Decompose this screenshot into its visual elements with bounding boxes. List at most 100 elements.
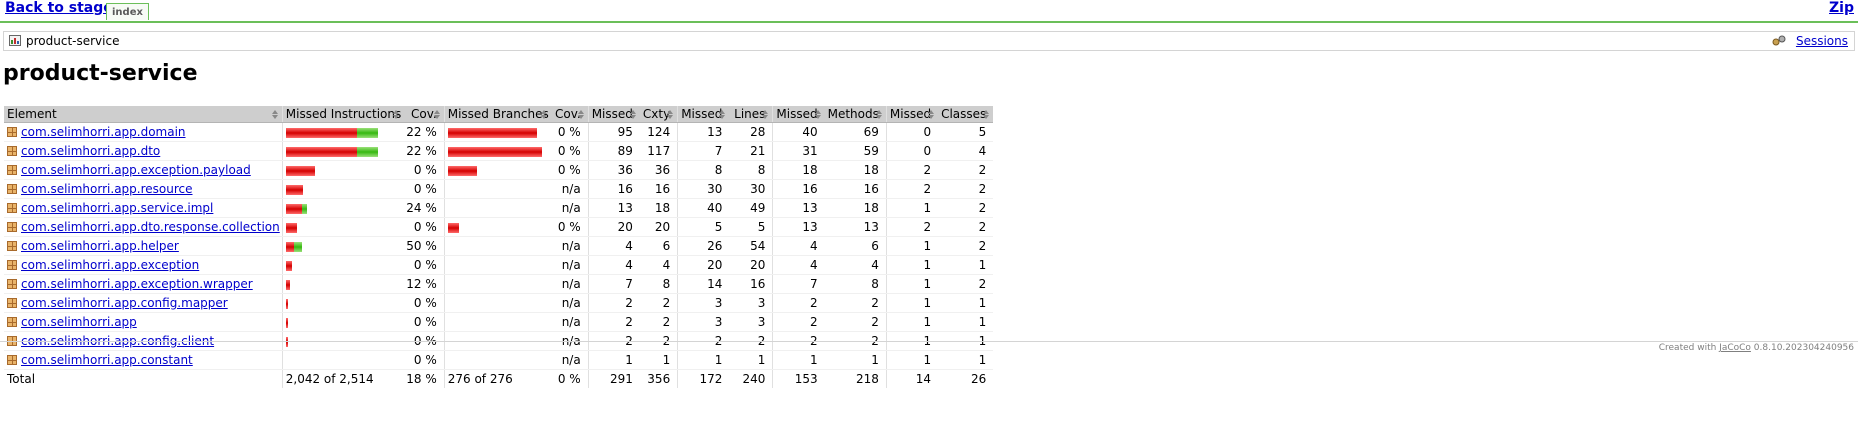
total-branch-cov: 0 % <box>550 369 589 388</box>
lines: 3 <box>729 312 773 332</box>
instructions-coverage-bar-missed <box>285 299 288 309</box>
breadcrumb-label: product-service <box>26 34 120 48</box>
package-link[interactable]: com.selimhorri.app.service.impl <box>21 201 213 215</box>
table-row: com.selimhorri.app.constant 0 % n/a 1 1 1 1 1 1 1… <box>4 350 994 370</box>
package-link[interactable]: com.selimhorri.app.resource <box>21 182 193 196</box>
lines-missed: 3 <box>677 293 730 313</box>
lines-missed: 1 <box>677 350 730 370</box>
classes-missed: 1 <box>885 236 939 256</box>
table-row: com.selimhorri.app.resource 0 % n/a 16 16 30 3… <box>4 179 994 199</box>
jacoco-link[interactable]: JaCoCo <box>1719 343 1751 353</box>
header-instr-cov[interactable]: Cov. <box>403 106 445 123</box>
instructions-coverage-bar <box>285 242 401 252</box>
instructions-coverage-bar-missed <box>285 166 315 176</box>
header-branch-cov[interactable]: Cov. <box>550 106 589 123</box>
package-link[interactable]: com.selimhorri.app.dto.response.collecti… <box>21 220 280 234</box>
branch-cov: n/a <box>550 312 589 332</box>
cxty: 2 <box>639 312 678 332</box>
classes-missed: 1 <box>885 293 939 313</box>
methods: 6 <box>824 236 887 256</box>
package-link[interactable]: com.selimhorri.app.constant <box>21 353 193 367</box>
package-link[interactable]: com.selimhorri.app.exception.wrapper <box>21 277 253 291</box>
package-cell: com.selimhorri.app.exception <box>4 255 283 275</box>
instr-cov: 0 % <box>403 217 445 237</box>
nav-divider <box>0 21 1858 23</box>
package-icon <box>7 165 17 175</box>
package-entry: com.selimhorri.app.service.impl <box>7 201 280 215</box>
package-cell: com.selimhorri.app.config.mapper <box>4 293 283 313</box>
cxty-missed: 4 <box>587 236 640 256</box>
package-cell: com.selimhorri.app.domain <box>4 122 283 142</box>
instructions-coverage-bar-covered <box>301 204 307 214</box>
instr-cov: 0 % <box>403 293 445 313</box>
lines: 16 <box>729 274 773 294</box>
coverage-table: Element Missed Instructions Cov. Missed … <box>4 106 994 388</box>
table-row: com.selimhorri.app.config.mapper 0 % n/a 2 2… <box>4 293 994 313</box>
missed-instructions-bar-cell <box>281 198 404 218</box>
lines: 5 <box>729 217 773 237</box>
cxty: 2 <box>639 293 678 313</box>
cxty: 18 <box>639 198 678 218</box>
package-cell: com.selimhorri.app.service.impl <box>4 198 283 218</box>
cxty: 8 <box>639 274 678 294</box>
header-lines[interactable]: Lines <box>729 106 773 123</box>
header-cxty[interactable]: Cxty <box>639 106 678 123</box>
table-row: com.selimhorri.app.dto 22 % 0 % 89 117 7 21 31 5… <box>4 141 994 161</box>
header-missed-branches[interactable]: Missed Branches <box>443 106 551 123</box>
cxty-missed: 89 <box>587 141 640 161</box>
header-methods[interactable]: Methods <box>824 106 887 123</box>
package-icon <box>7 127 17 137</box>
branches-coverage-bar <box>448 204 549 214</box>
package-link[interactable]: com.selimhorri.app <box>21 315 137 329</box>
package-link[interactable]: com.selimhorri.app.config.mapper <box>21 296 228 310</box>
package-link[interactable]: com.selimhorri.app.helper <box>21 239 179 253</box>
package-cell: com.selimhorri.app.helper <box>4 236 283 256</box>
instructions-coverage-bar <box>285 128 401 138</box>
missed-branches-bar-cell <box>443 217 551 237</box>
instructions-coverage-bar <box>285 318 401 328</box>
methods: 2 <box>824 312 887 332</box>
header-missed-instructions[interactable]: Missed Instructions <box>281 106 404 123</box>
header-lines-missed[interactable]: Missed <box>677 106 730 123</box>
back-to-stage-link[interactable]: Back to stage <box>5 0 113 16</box>
branches-coverage-bar <box>448 318 549 328</box>
package-link[interactable]: com.selimhorri.app.domain <box>21 125 186 139</box>
footer-divider <box>0 341 1858 342</box>
package-link[interactable]: com.selimhorri.app.exception.payload <box>21 163 251 177</box>
branch-cov: 0 % <box>550 217 589 237</box>
total-instructions: 2,042 of 2,514 <box>281 369 404 388</box>
classes: 2 <box>938 198 994 218</box>
missed-branches-bar-cell <box>443 236 551 256</box>
total-classes-missed: 14 <box>885 369 939 388</box>
package-cell: com.selimhorri.app.dto <box>4 141 283 161</box>
header-cxty-missed[interactable]: Missed <box>587 106 640 123</box>
header-methods-missed[interactable]: Missed <box>772 106 825 123</box>
instructions-coverage-bar-covered <box>356 128 378 138</box>
zip-link[interactable]: Zip <box>1829 0 1854 16</box>
cxty: 124 <box>639 122 678 142</box>
classes-missed: 0 <box>885 122 939 142</box>
package-entry: com.selimhorri.app.dto <box>7 144 280 158</box>
instructions-coverage-bar-missed <box>285 242 294 252</box>
package-entry: com.selimhorri.app.exception.payload <box>7 163 280 177</box>
branch-cov: 0 % <box>550 160 589 180</box>
package-link[interactable]: com.selimhorri.app.dto <box>21 144 160 158</box>
branch-cov: n/a <box>550 293 589 313</box>
package-entry: com.selimhorri.app.domain <box>7 125 280 139</box>
tab-index[interactable]: index <box>106 3 149 20</box>
instructions-coverage-bar <box>285 223 401 233</box>
package-icon <box>7 203 17 213</box>
header-classes[interactable]: Classes <box>938 106 994 123</box>
package-entry: com.selimhorri.app.exception <box>7 258 280 272</box>
header-classes-missed[interactable]: Missed <box>885 106 939 123</box>
branches-coverage-bar <box>448 337 549 347</box>
header-element[interactable]: Element <box>4 106 283 123</box>
branch-cov: n/a <box>550 350 589 370</box>
lines: 3 <box>729 293 773 313</box>
package-link[interactable]: com.selimhorri.app.exception <box>21 258 199 272</box>
sessions-link[interactable]: Sessions <box>1796 33 1848 49</box>
total-lines-missed: 172 <box>677 369 730 388</box>
cxty: 1 <box>639 350 678 370</box>
instructions-coverage-bar-missed <box>285 261 292 271</box>
package-entry: com.selimhorri.app.config.mapper <box>7 296 280 310</box>
